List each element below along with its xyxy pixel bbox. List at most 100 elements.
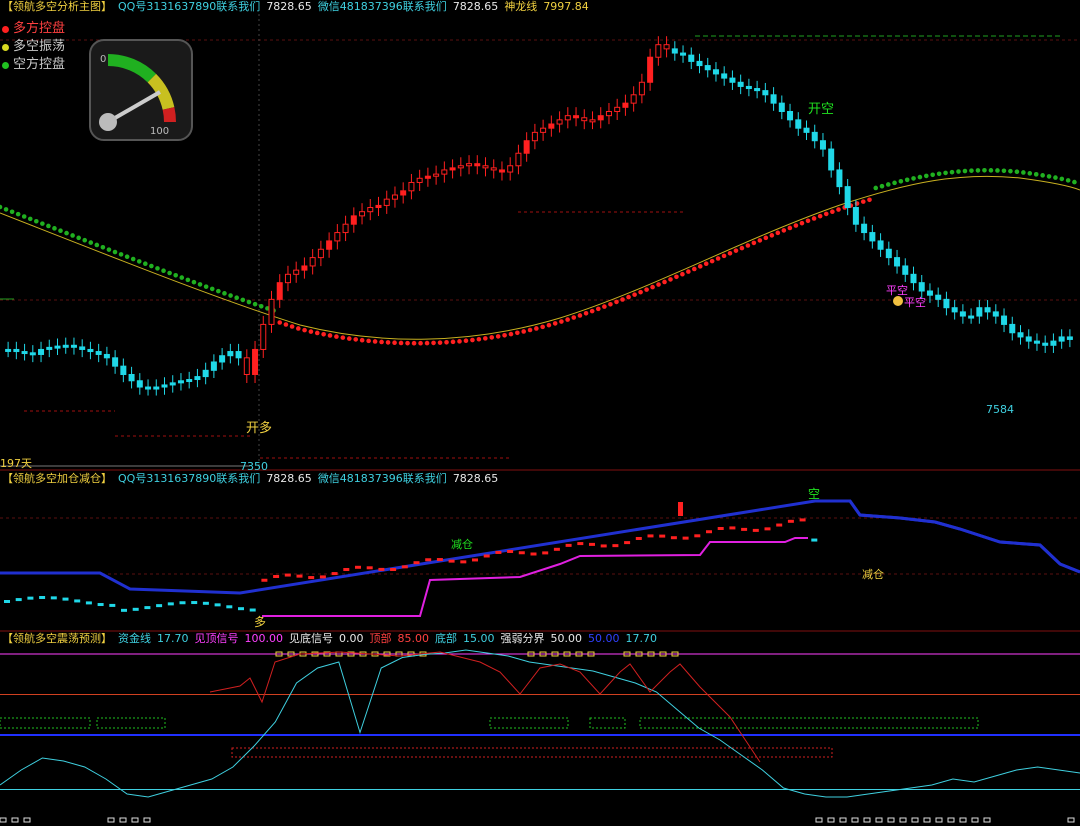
header-item: 17.70 [157,632,189,645]
bottom-header: 【领航多空震荡预测】 资金线 17.70 见顶信号 100.00 见底信号 0.00 顶部 85… [2,632,663,646]
header-item: 底部 [435,632,457,645]
trend-dot [956,169,961,174]
trend-dot [823,211,829,217]
candle-body [548,123,555,129]
trend-dot [21,214,27,219]
trend-dot [559,319,564,324]
mini-candle [787,519,794,523]
mini-candle [507,549,514,553]
trend-dot [1021,170,1026,175]
trend-dot [1027,171,1033,176]
open-short-label: 开空 [808,102,834,117]
candle-body [737,81,744,87]
trend-dot [898,178,904,184]
bottom-signal [23,817,31,823]
candle-body [729,77,736,83]
candle-body [375,204,382,209]
trend-dot [879,183,885,189]
bottom-signal [815,817,823,823]
trend-dot [571,315,577,320]
trend-dot [444,339,449,345]
header-item: 强弱分界 [500,632,545,645]
smile-icon [893,296,903,306]
mini-candle [4,600,10,603]
candle-body [638,81,645,96]
trend-dot [258,303,264,309]
candle-body [400,190,407,196]
candle-body [391,194,398,200]
trend-dot [534,326,539,331]
blue-line-left [0,499,1080,595]
trend-dot [353,337,359,342]
candle-body [383,198,390,206]
mini-candle [214,603,221,607]
candle-body [926,290,933,296]
trend-dot [161,268,166,273]
mini-candle [85,601,92,605]
trend-dot [1059,176,1065,182]
mini-candle [495,550,502,554]
trend-dot [552,321,558,326]
trend-dot [1040,173,1045,178]
mini-candle [378,567,385,571]
trend-dot [1001,168,1007,174]
candle-body [293,269,300,275]
trend-dot [686,269,691,274]
candle-body [210,361,217,371]
main-chart: 开多 开空平空平空 7584 7350 197天 0 100 [0,14,1080,472]
mini-candle [624,541,631,545]
mid-chart: 减仓减仓多空 [0,487,1080,632]
trend-dot [64,230,69,236]
header-item: 15.00 [463,632,495,645]
trend-dot [418,340,423,346]
trend-dot [614,299,619,305]
candle-body [680,52,687,56]
mini-candle [273,574,280,578]
trend-dot [508,331,514,337]
trend-dot [252,301,258,307]
trend-dot [431,340,436,346]
candle-body [1017,332,1024,338]
candle-body [38,348,45,355]
mini-candle [39,596,46,600]
mini-candle [319,575,326,579]
trend-dot [793,223,799,228]
candle-body [359,211,366,217]
trend-dot [100,245,106,250]
candle-body [87,348,94,353]
trend-dot [197,282,203,287]
trend-dot [143,261,148,267]
gauge-max-label: 100 [150,126,169,137]
candle-body [745,85,752,90]
trend-dot [34,218,39,224]
trend-dot [277,320,283,325]
trend-dot [626,294,631,300]
trend-dot [302,327,307,333]
candle-body [103,353,110,359]
close-short-label-2: 平空 [904,295,926,309]
candle-body [1001,315,1008,325]
candle-body [334,232,341,242]
trend-dot [366,338,371,344]
header-item: 0.00 [339,632,364,645]
candle-body [424,175,431,179]
bottom-signal [0,817,7,823]
trend-dot [82,237,88,243]
candle-body [968,315,975,319]
candle-body [770,94,777,104]
bottom-signal [959,817,967,823]
candle-body [309,257,316,267]
candle-body [754,88,761,92]
trend-dot [638,289,643,295]
trend-dot [608,301,613,307]
trend-dot [830,209,835,215]
mini-candle [343,568,350,572]
candle-body [959,311,966,317]
trend-dot [656,282,661,287]
trend-dot [3,207,9,212]
mini-candle [717,526,724,530]
trend-dot [733,248,739,253]
candle-body [1025,336,1032,342]
trend-dot [867,197,872,203]
trend-dot [1046,174,1052,179]
